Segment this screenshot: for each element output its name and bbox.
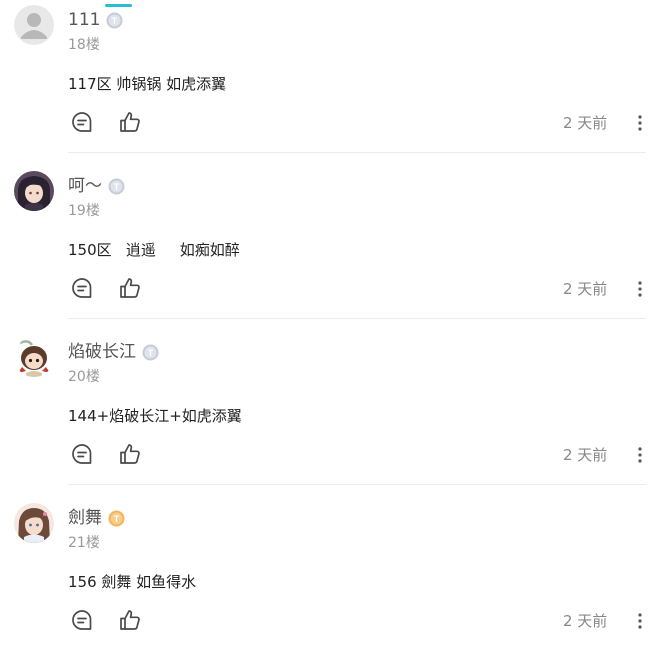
level-badge-icon: T <box>106 12 123 29</box>
svg-text:T: T <box>148 348 154 358</box>
reply-button[interactable] <box>69 607 95 633</box>
timestamp: 2 天前 <box>563 280 608 298</box>
username[interactable]: 焰破长江 <box>68 341 136 363</box>
floor-number: 21楼 <box>68 535 100 551</box>
comment-content: 144+焰破长江+如虎添翼 <box>68 407 242 425</box>
comment-item: 呵～ T 19楼 150区 逍遥 如痴如醉 2 天前 <box>0 166 660 332</box>
comment-bubble-icon <box>72 444 92 464</box>
like-button[interactable] <box>117 607 143 633</box>
thumbs-up-icon <box>120 112 140 132</box>
more-options-button[interactable] <box>630 443 650 467</box>
vertical-dots-icon <box>638 115 642 131</box>
dark-haired-girl-avatar[interactable] <box>14 171 54 211</box>
reply-button[interactable] <box>69 275 95 301</box>
thumbs-up-icon <box>120 444 140 464</box>
like-button[interactable] <box>117 441 143 467</box>
vertical-dots-icon <box>638 447 642 463</box>
like-button[interactable] <box>117 109 143 135</box>
comment-item: 劍舞 T 21楼 156 劍舞 如鱼得水 2 天前 <box>0 498 660 664</box>
comment-item: 111 T 18楼 117区 帅锅锅 如虎添翼 2 天前 <box>0 0 660 166</box>
comment-content: 117区 帅锅锅 如虎添翼 <box>68 75 227 93</box>
svg-text:T: T <box>112 16 118 26</box>
more-options-button[interactable] <box>630 111 650 135</box>
thumbs-up-icon <box>120 610 140 630</box>
floor-number: 18楼 <box>68 37 100 53</box>
vertical-dots-icon <box>638 281 642 297</box>
divider <box>68 484 646 485</box>
level-badge-icon: T <box>142 344 159 361</box>
floor-number: 19楼 <box>68 203 100 219</box>
comment-content: 156 劍舞 如鱼得水 <box>68 573 197 591</box>
divider <box>68 318 646 319</box>
timestamp: 2 天前 <box>563 612 608 630</box>
username[interactable]: 呵～ <box>68 175 102 197</box>
timestamp: 2 天前 <box>563 446 608 464</box>
comment-bubble-icon <box>72 610 92 630</box>
default-avatar-icon[interactable] <box>14 5 54 45</box>
thumbs-up-icon <box>120 278 140 298</box>
like-button[interactable] <box>117 275 143 301</box>
vertical-dots-icon <box>638 613 642 629</box>
reply-button[interactable] <box>69 109 95 135</box>
level-badge-icon: T <box>108 510 125 527</box>
divider <box>68 152 646 153</box>
username[interactable]: 111 <box>68 9 100 31</box>
comment-bubble-icon <box>72 278 92 298</box>
comment-item: 焰破长江 T 20楼 144+焰破长江+如虎添翼 2 天前 <box>0 332 660 498</box>
anime-girl-avatar[interactable] <box>14 503 54 543</box>
floor-number: 20楼 <box>68 369 100 385</box>
timestamp: 2 天前 <box>563 114 608 132</box>
more-options-button[interactable] <box>630 609 650 633</box>
chibi-character-avatar[interactable] <box>14 337 54 377</box>
comment-content: 150区 逍遥 如痴如醉 <box>68 241 240 259</box>
more-options-button[interactable] <box>630 277 650 301</box>
svg-text:T: T <box>114 514 120 524</box>
username[interactable]: 劍舞 <box>68 507 102 529</box>
svg-text:T: T <box>114 182 120 192</box>
reply-button[interactable] <box>69 441 95 467</box>
comment-bubble-icon <box>72 112 92 132</box>
level-badge-icon: T <box>108 178 125 195</box>
